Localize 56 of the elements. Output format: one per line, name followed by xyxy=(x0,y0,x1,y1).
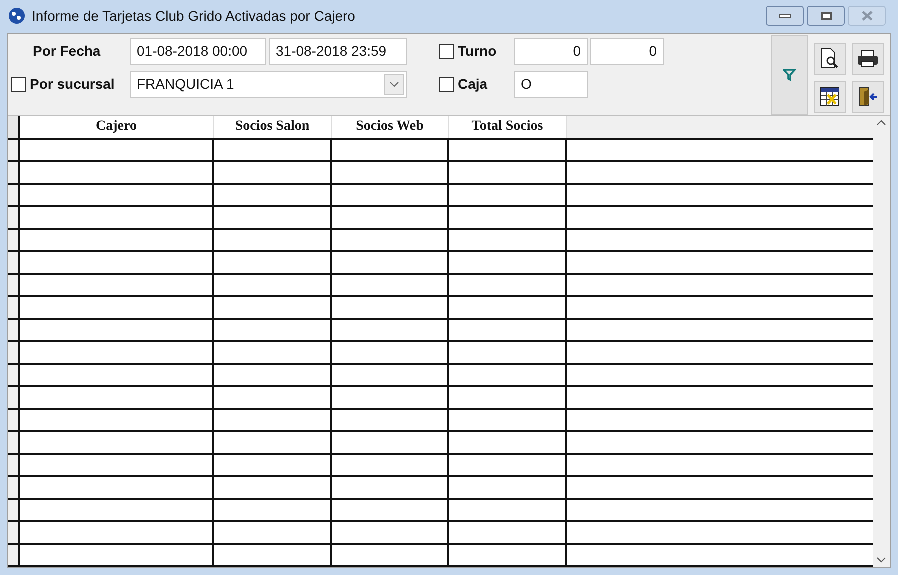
date-to-field[interactable]: 31-08-2018 23:59 xyxy=(269,38,407,64)
row-header-cell[interactable] xyxy=(8,207,20,228)
row-header-cell[interactable] xyxy=(8,544,20,565)
row-header-cell[interactable] xyxy=(8,252,20,272)
por-fecha-label: Por Fecha xyxy=(32,42,102,60)
row-header-cell[interactable] xyxy=(8,184,20,205)
row-header-cell[interactable] xyxy=(8,410,20,430)
checkbox[interactable] xyxy=(439,76,454,92)
close-icon xyxy=(862,11,872,22)
row-header-cell[interactable] xyxy=(8,297,20,318)
row-header-cell[interactable] xyxy=(8,274,20,295)
row-header-cell[interactable] xyxy=(8,522,20,542)
date-from-field[interactable]: 01-08-2018 00:00 xyxy=(130,38,266,64)
minimize-button[interactable] xyxy=(766,6,804,26)
row-header-cell[interactable] xyxy=(8,432,20,452)
scroll-down-icon[interactable] xyxy=(877,557,886,563)
column-header[interactable]: Socios Salon xyxy=(214,116,332,138)
print-button[interactable] xyxy=(852,42,884,74)
print-preview-button[interactable] xyxy=(814,42,846,74)
row-header-cell[interactable] xyxy=(8,364,20,385)
maximize-button[interactable] xyxy=(807,6,845,26)
column-header[interactable]: Total Socios xyxy=(449,116,567,138)
row-header-cell[interactable] xyxy=(8,342,20,362)
checkbox[interactable] xyxy=(11,76,26,92)
column-header[interactable]: Cajero xyxy=(20,116,214,138)
por-sucursal-label: Por sucursal xyxy=(30,74,115,94)
export-button[interactable] xyxy=(814,80,846,112)
caja-field[interactable]: O xyxy=(514,70,588,98)
door-exit-icon xyxy=(857,86,879,108)
turno-from-field[interactable]: 0 xyxy=(514,38,588,64)
row-header-cell[interactable] xyxy=(8,320,20,340)
magnifier-document-icon xyxy=(820,48,840,70)
spreadsheet-icon xyxy=(820,86,840,106)
filter-icon xyxy=(783,68,796,80)
row-header-cell[interactable] xyxy=(8,162,20,182)
chevron-down-icon xyxy=(390,82,398,86)
row-header-cell[interactable] xyxy=(8,140,20,160)
printer-icon xyxy=(857,50,879,68)
row-header-cell[interactable] xyxy=(8,454,20,475)
row-header-cell[interactable] xyxy=(8,387,20,408)
app-icon xyxy=(8,7,26,26)
exit-button[interactable] xyxy=(852,80,884,112)
caja-label: Caja xyxy=(458,74,488,94)
scrollbar[interactable] xyxy=(873,116,890,567)
row-header-cell[interactable] xyxy=(8,500,20,520)
sucursal-dropdown[interactable]: FRANQUICIA 1 xyxy=(130,70,407,98)
window-title: Informe de Tarjetas Club Grido Activadas por Cajero xyxy=(32,6,356,26)
dropdown-button[interactable] xyxy=(384,74,404,94)
turno-to-field[interactable]: 0 xyxy=(590,38,664,64)
scroll-up-icon[interactable] xyxy=(877,120,886,126)
turno-label: Turno xyxy=(458,42,497,60)
column-header[interactable]: Socios Web xyxy=(332,116,449,138)
row-header-cell[interactable] xyxy=(8,477,20,498)
row-header-cell[interactable] xyxy=(8,230,20,250)
filter-button[interactable] xyxy=(771,34,808,114)
checkbox[interactable] xyxy=(439,44,454,58)
